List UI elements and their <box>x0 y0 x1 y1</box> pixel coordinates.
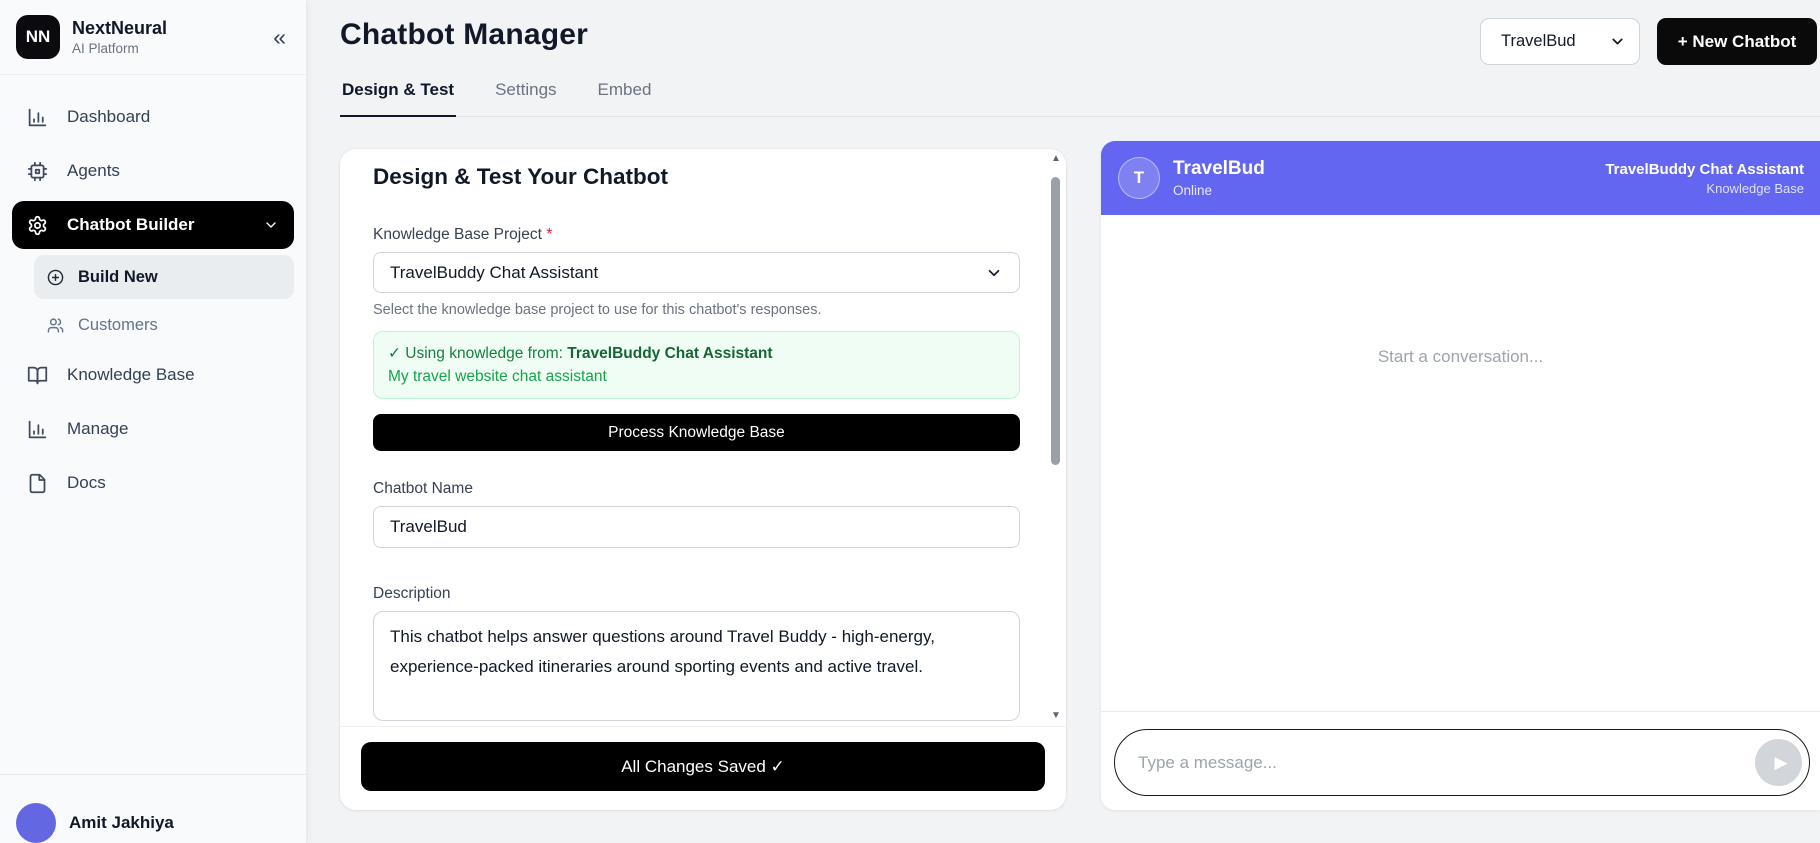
gear-icon <box>28 215 47 235</box>
brand-name: NextNeural <box>72 17 168 38</box>
kb-status-description: My travel website chat assistant <box>388 368 607 385</box>
kb-status-line: ✓ Using knowledge from: TravelBuddy Chat… <box>388 345 773 362</box>
cpu-icon <box>27 161 48 181</box>
sidebar-item-label: Agents <box>67 161 120 180</box>
header-actions: TravelBud + New Chatbot <box>1480 18 1817 65</box>
scroll-down-icon[interactable]: ▼ <box>1049 710 1063 722</box>
sidebar-nav: Dashboard Agents Chatbot Builder Build N… <box>0 75 306 513</box>
description-label: Description <box>373 585 451 602</box>
chatbot-selector-value: TravelBud <box>1501 32 1576 50</box>
sidebar-item-label: Customers <box>78 315 158 334</box>
chevron-down-icon <box>988 269 1000 276</box>
brand-text: NextNeural AI Platform <box>72 18 167 56</box>
kb-project-select[interactable]: TravelBuddy Chat Assistant <box>373 252 1020 293</box>
plus-circle-icon <box>47 269 64 285</box>
builder-card: Design & Test Your Chatbot Knowledge Bas… <box>340 149 1066 810</box>
book-open-icon <box>27 366 48 384</box>
sidebar: NN NextNeural AI Platform « Dashboard Ag… <box>0 0 307 843</box>
chat-input-bar: ▶ <box>1101 711 1820 810</box>
sidebar-item-knowledge-base[interactable]: Knowledge Base <box>12 351 294 399</box>
sidebar-item-dashboard[interactable]: Dashboard <box>12 93 294 141</box>
bar-chart-icon <box>28 420 47 438</box>
main-content: Chatbot Manager TravelBud + New Chatbot … <box>307 0 1820 843</box>
tab-settings[interactable]: Settings <box>493 80 558 117</box>
scroll-up-icon[interactable]: ▲ <box>1049 153 1063 165</box>
chat-kb-name: TravelBuddy Chat Assistant <box>1605 160 1804 178</box>
scrollbar-thumb[interactable] <box>1051 177 1060 465</box>
send-icon: ▶ <box>1774 752 1788 772</box>
process-knowledge-base-button[interactable]: Process Knowledge Base <box>373 414 1020 451</box>
bot-identity: TravelBud Online <box>1173 158 1265 198</box>
chat-header: T TravelBud Online TravelBuddy Chat Assi… <box>1101 141 1820 215</box>
tab-bar: Design & Test Settings Embed <box>340 80 1820 117</box>
brand-subtitle: AI Platform <box>72 40 139 56</box>
user-name: Amit Jakhiya <box>69 813 174 832</box>
sidebar-header: NN NextNeural AI Platform « <box>0 0 306 75</box>
content-area: Design & Test Your Chatbot Knowledge Bas… <box>340 117 1820 810</box>
chat-empty-state: Start a conversation... <box>1377 347 1544 366</box>
sidebar-collapse-button[interactable]: « <box>273 25 286 49</box>
chat-kb-tag: Knowledge Base <box>1706 180 1804 196</box>
users-icon <box>47 317 64 333</box>
tab-embed[interactable]: Embed <box>596 80 654 117</box>
kb-project-help: Select the knowledge base project to use… <box>373 302 822 318</box>
bar-chart-icon <box>28 108 47 126</box>
chat-preview-card: T TravelBud Online TravelBuddy Chat Assi… <box>1101 141 1820 810</box>
builder-footer: All Changes Saved ✓ <box>340 726 1066 810</box>
sidebar-item-agents[interactable]: Agents <box>12 147 294 195</box>
sidebar-item-label: Manage <box>67 419 129 438</box>
file-icon <box>29 473 46 493</box>
status-badge: Online <box>1173 183 1213 198</box>
chat-kb-info: TravelBuddy Chat Assistant Knowledge Bas… <box>1605 161 1804 196</box>
chevron-down-icon <box>263 217 279 233</box>
chatbot-name-label: Chatbot Name <box>373 480 473 497</box>
sidebar-item-customers[interactable]: Customers <box>34 303 294 347</box>
required-mark: * <box>546 226 553 243</box>
kb-status-banner: ✓ Using knowledge from: TravelBuddy Chat… <box>373 331 1020 399</box>
brand-initials: NN <box>25 27 51 46</box>
chevron-down-icon <box>1612 38 1623 45</box>
kb-project-select-value: TravelBuddy Chat Assistant <box>390 262 599 282</box>
tab-design-test[interactable]: Design & Test <box>340 80 457 117</box>
bot-avatar: T <box>1118 157 1160 199</box>
message-input-container: ▶ <box>1114 729 1810 796</box>
sidebar-item-label: Dashboard <box>67 107 151 126</box>
new-chatbot-button[interactable]: + New Chatbot <box>1657 18 1817 65</box>
send-button[interactable]: ▶ <box>1755 739 1802 786</box>
chatbot-name-input[interactable] <box>373 506 1020 548</box>
sidebar-item-label: Chatbot Builder <box>67 215 195 234</box>
kb-status-project: TravelBuddy Chat Assistant <box>567 345 773 362</box>
builder-form: Design & Test Your Chatbot Knowledge Bas… <box>340 149 1066 726</box>
page-header: Chatbot Manager TravelBud + New Chatbot <box>340 0 1820 65</box>
page-title: Chatbot Manager <box>340 18 589 51</box>
avatar <box>16 803 56 843</box>
brand-logo: NN <box>16 15 60 59</box>
app-root: NN NextNeural AI Platform « Dashboard Ag… <box>0 0 1820 843</box>
sidebar-item-label: Knowledge Base <box>67 365 195 384</box>
builder-heading: Design & Test Your Chatbot <box>373 164 669 189</box>
sidebar-item-build-new[interactable]: Build New <box>34 255 294 299</box>
chatbot-selector[interactable]: TravelBud <box>1480 18 1640 65</box>
sidebar-item-manage[interactable]: Manage <box>12 405 294 453</box>
scrollbar[interactable]: ▲ ▼ <box>1049 153 1063 722</box>
sidebar-item-label: Docs <box>67 473 106 492</box>
message-input[interactable] <box>1138 752 1755 773</box>
sidebar-item-docs[interactable]: Docs <box>12 459 294 507</box>
bot-name: TravelBud <box>1173 158 1265 179</box>
kb-project-label: Knowledge Base Project * <box>373 226 553 243</box>
sidebar-user[interactable]: Amit Jakhiya <box>0 774 306 843</box>
sidebar-item-chatbot-builder[interactable]: Chatbot Builder <box>12 201 294 249</box>
chat-messages-area: Start a conversation... <box>1101 215 1820 711</box>
sidebar-item-label: Build New <box>78 267 158 286</box>
description-textarea[interactable]: This chatbot helps answer questions arou… <box>373 611 1020 721</box>
save-button[interactable]: All Changes Saved ✓ <box>361 742 1045 791</box>
